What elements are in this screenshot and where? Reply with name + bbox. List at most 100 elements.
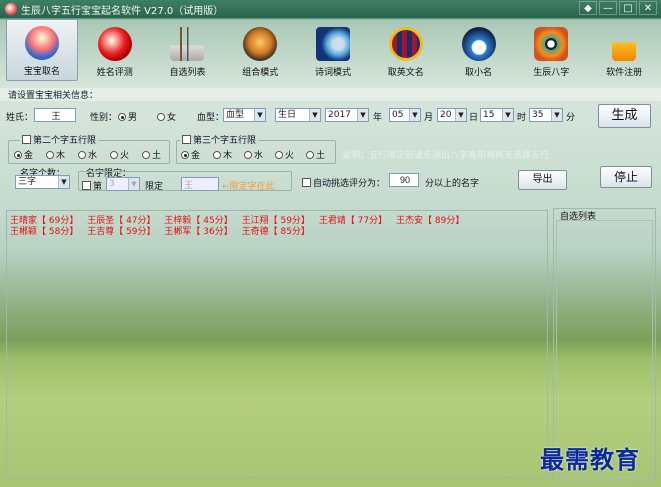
result-name[interactable]: 王奇德【 85分】 — [242, 227, 310, 237]
result-name[interactable]: 王郴颖【 58分】 — [10, 227, 78, 237]
chevron-down-icon: ▼ — [502, 109, 513, 121]
gender-male-radio[interactable]: 男 — [118, 110, 137, 123]
penguin-icon — [461, 27, 496, 61]
month-select[interactable]: 05 ▼ — [389, 108, 421, 122]
gender-label: 性别： — [90, 113, 118, 123]
app-window: 生辰八字五行宝宝起名软件 V27.0（试用版） ◆ — □ ✕ 宝宝取名 姓名评… — [0, 0, 661, 487]
month-unit: 月 — [424, 113, 434, 123]
tool-label: 组合模式 — [242, 68, 279, 78]
blood-type-select[interactable]: 血型 ▼ — [223, 108, 266, 122]
dragon-ball-icon — [97, 27, 132, 61]
limit-position-label: 第 — [93, 182, 103, 192]
lock-icon — [612, 27, 637, 61]
gender-female-label: 女 — [167, 113, 177, 123]
auto-pick-unit: 分以上的名字 — [425, 179, 480, 189]
book-cd-icon — [316, 27, 350, 61]
element-label: 金 — [24, 151, 34, 161]
minute-value: 35 — [532, 110, 544, 120]
hour-select[interactable]: 15 ▼ — [480, 108, 514, 122]
day-value: 20 — [440, 110, 452, 120]
birth-type-select[interactable]: 生日 ▼ — [275, 108, 321, 122]
third-element-radio-wood[interactable]: 木 — [213, 148, 232, 161]
tool-label: 自选列表 — [169, 68, 206, 78]
results-panel[interactable]: 王晴家【 69分】 王辰圣【 47分】 王梓毅【 45分】 王江翔【 59分】 … — [6, 210, 548, 478]
chevron-down-icon: ▼ — [309, 109, 320, 121]
limit-note: ←限定字在此 — [222, 182, 275, 192]
element-label: 木 — [223, 151, 233, 161]
third-element-radio-earth[interactable]: 土 — [306, 148, 325, 161]
year-value: 2017 — [328, 110, 351, 120]
maximize-button[interactable]: □ — [619, 1, 637, 15]
limit-position-select[interactable]: 3 ▼ — [106, 177, 140, 191]
second-element-radio-fire[interactable]: 火 — [110, 148, 129, 161]
tool-combo-mode[interactable]: 组合模式 — [224, 19, 296, 81]
birth-type-value: 生日 — [278, 110, 297, 120]
minute-unit: 分 — [566, 113, 576, 123]
third-char-checkbox[interactable]: 第三个字五行限 — [180, 133, 259, 146]
surname-label: 姓氏： — [6, 113, 34, 123]
third-element-radio-fire[interactable]: 火 — [275, 148, 294, 161]
close-button[interactable]: ✕ — [639, 1, 657, 15]
second-element-radio-wood[interactable]: 木 — [46, 148, 65, 161]
main-toolbar: 宝宝取名 姓名评测 自选列表 组合模式 诗词模式 取英文名 取小名 生辰八字 软… — [0, 19, 661, 83]
tool-poem-mode[interactable]: 诗词模式 — [297, 19, 369, 81]
result-name[interactable]: 王君靖【 77分】 — [319, 216, 387, 226]
minimize-button[interactable]: — — [599, 1, 617, 15]
chevron-down-icon: ▼ — [128, 178, 139, 190]
gender-male-label: 男 — [128, 113, 138, 123]
element-label: 水 — [88, 151, 98, 161]
third-element-radio-metal[interactable]: 金 — [181, 148, 200, 161]
tool-bazi[interactable]: 生辰八字 — [515, 19, 587, 81]
chevron-down-icon: ▼ — [455, 109, 466, 121]
export-button[interactable]: 导出 — [518, 170, 567, 190]
tiger-icon — [243, 27, 278, 61]
result-name[interactable]: 王吉尊【 59分】 — [87, 227, 155, 237]
tool-english-name[interactable]: 取英文名 — [370, 19, 442, 81]
auto-pick-score-input[interactable] — [389, 173, 419, 187]
hour-unit: 时 — [517, 113, 527, 123]
day-select[interactable]: 20 ▼ — [437, 108, 467, 122]
blood-type-value: 血型 — [226, 110, 245, 120]
limit-word-input[interactable] — [181, 177, 219, 191]
element-label: 土 — [152, 151, 162, 161]
blood-label: 血型： — [197, 113, 225, 123]
tool-baby-naming[interactable]: 宝宝取名 — [6, 19, 78, 81]
auto-pick-checkbox[interactable]: 自动挑选评分为： — [302, 176, 385, 189]
second-char-checkbox[interactable]: 第二个字五行限 — [20, 133, 99, 146]
result-name[interactable]: 王杰安【 89分】 — [396, 216, 464, 226]
char-count-select[interactable]: 三字 ▼ — [15, 175, 70, 189]
day-unit: 日 — [469, 113, 479, 123]
section-title: 请设置宝宝相关信息： — [0, 88, 661, 101]
year-select[interactable]: 2017 ▼ — [325, 108, 369, 122]
year-unit: 年 — [373, 113, 383, 123]
element-label: 金 — [191, 151, 201, 161]
tool-register[interactable]: 软件注册 — [588, 19, 660, 81]
second-element-radio-water[interactable]: 水 — [78, 148, 97, 161]
tool-label: 宝宝取名 — [23, 67, 60, 77]
gender-female-radio[interactable]: 女 — [157, 110, 176, 123]
tool-self-list[interactable]: 自选列表 — [152, 19, 224, 81]
skin-button[interactable]: ◆ — [579, 1, 597, 15]
stop-button[interactable]: 停止 — [600, 166, 652, 188]
element-label: 火 — [285, 151, 295, 161]
watermark-text: 最需教育 — [540, 445, 640, 474]
chevron-down-icon: ▼ — [551, 109, 562, 121]
third-element-radio-water[interactable]: 水 — [244, 148, 263, 161]
surname-input[interactable] — [34, 108, 76, 122]
minute-select[interactable]: 35 ▼ — [529, 108, 563, 122]
tool-label: 生辰八字 — [533, 68, 570, 78]
brush-pot-icon — [170, 27, 205, 61]
result-row: 王郴颖【 58分】 王吉尊【 59分】 王郴军【 36分】 王奇德【 85分】 — [10, 224, 316, 237]
chevron-down-icon: ▼ — [58, 176, 69, 188]
tool-name-test[interactable]: 姓名评测 — [79, 19, 151, 81]
tool-nickname[interactable]: 取小名 — [443, 19, 515, 81]
chevron-down-icon: ▼ — [254, 109, 265, 121]
element-label: 火 — [120, 151, 130, 161]
barcelona-emblem-icon — [388, 27, 423, 61]
generate-button[interactable]: 生成 — [598, 104, 651, 128]
name-limit-checkbox[interactable]: 第 — [82, 179, 102, 192]
tool-label: 诗词模式 — [315, 68, 352, 78]
second-element-radio-earth[interactable]: 土 — [142, 148, 161, 161]
second-element-radio-metal[interactable]: 金 — [14, 148, 33, 161]
result-name[interactable]: 王郴军【 36分】 — [164, 227, 232, 237]
